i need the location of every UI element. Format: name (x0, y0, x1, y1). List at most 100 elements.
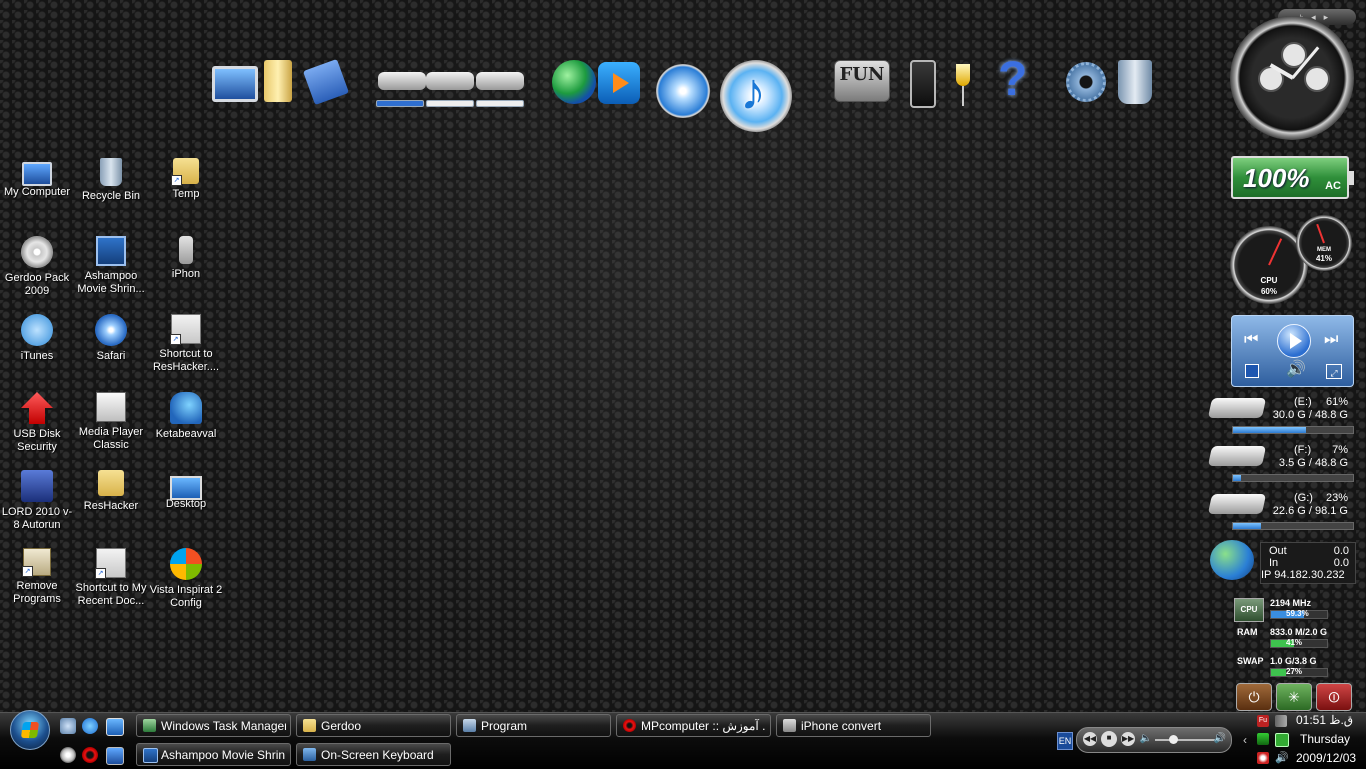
autorun-icon (21, 470, 53, 502)
dock-documents-folder-icon[interactable] (264, 60, 292, 102)
task-button[interactable]: Program (456, 714, 611, 737)
drive-gadget-f[interactable]: (F:) 7% 3.5 G / 48.8 G (1207, 442, 1354, 488)
desktop-icon-remove-programs[interactable]: ↗ Remove Programs (0, 548, 75, 606)
quick-launch-switch-windows-icon[interactable] (106, 747, 124, 765)
desktop-icon-ashampoo[interactable]: Ashampoo Movie Shrin... (73, 236, 149, 296)
task-label: Gerdoo (321, 719, 362, 733)
rewind-icon[interactable]: ◀◀ (1083, 732, 1097, 746)
ram-label: RAM (1237, 627, 1258, 637)
recycle-bin-icon (100, 158, 122, 186)
desktop-icon-gerdoo-pack[interactable]: Gerdoo Pack 2009 (0, 236, 75, 298)
dock-wine-glass-stem (962, 86, 964, 106)
quick-launch-ie-settings-icon[interactable] (60, 718, 76, 734)
dock-fun-icon[interactable]: FUN (834, 60, 890, 102)
volume-icon[interactable]: 🔊 (1286, 362, 1306, 378)
shortcut-arrow-icon: ↗ (170, 334, 181, 345)
desktop-icon-safari[interactable]: Safari (73, 314, 149, 363)
dock-computer-icon[interactable] (212, 66, 258, 102)
forward-icon[interactable]: ▶▶ (1121, 732, 1135, 746)
language-indicator[interactable]: EN (1057, 732, 1073, 750)
previous-track-icon[interactable]: ⏮ (1244, 332, 1258, 348)
tray-clock-date[interactable]: 2009/12/03 (1296, 751, 1356, 765)
battery-tray-icon[interactable] (1275, 733, 1289, 747)
desktop-icon-my-computer[interactable]: My Computer (0, 158, 75, 199)
volume-slider[interactable] (1155, 739, 1215, 741)
task-button[interactable]: Ashampoo Movie Shrin... (136, 743, 291, 766)
volume-slider-thumb[interactable] (1169, 735, 1178, 744)
log-off-button[interactable]: ⏻ (1236, 683, 1272, 711)
desktop-icon-shortcut-reshacker[interactable]: ↗ Shortcut to ResHacker.... (148, 314, 224, 374)
next-track-icon[interactable]: ⏭ (1324, 332, 1338, 348)
tray-clock-time[interactable]: 01:51 ق.ظ (1296, 713, 1353, 727)
network-status-icon[interactable] (1257, 733, 1269, 745)
desktop-icon-vista-inspirat[interactable]: Vista Inspirat 2 Config (148, 548, 224, 610)
quick-launch-show-desktop-icon[interactable] (106, 718, 124, 736)
play-button[interactable] (1277, 324, 1311, 358)
task-button[interactable]: MPcomputer :: آموزش ... (616, 714, 771, 737)
dock-media-player-icon[interactable] (598, 62, 640, 104)
drive-usage-fill (1233, 475, 1242, 481)
network-out-value: 0.0 (1333, 545, 1349, 557)
desktop-icon-label: Recycle Bin (81, 190, 141, 202)
desktop-icon-temp[interactable]: ↗ Temp (148, 158, 224, 201)
signal-strength-icon[interactable] (1275, 715, 1287, 727)
task-label: MPcomputer :: آموزش ... (641, 719, 766, 733)
desktop-icon-usb-disk-security[interactable]: USB Disk Security (0, 392, 75, 454)
dock-drive-e-icon[interactable] (378, 72, 426, 90)
dock-drive-g-icon[interactable] (476, 72, 524, 90)
desktop-icon-recent-docs[interactable]: ↗ Shortcut to My Recent Doc... (73, 548, 149, 608)
drive-size: 30.0 G / 48.8 G (1272, 409, 1348, 421)
task-button[interactable]: Gerdoo (296, 714, 451, 737)
show-hidden-icons-chevron-icon[interactable]: ‹ (1243, 734, 1255, 746)
volume-icon[interactable]: 🔈 (1139, 732, 1153, 746)
dock-settings-gear-icon[interactable] (1066, 62, 1106, 102)
dock-itunes-icon[interactable] (720, 60, 792, 132)
quick-launch-opera-icon[interactable] (82, 747, 98, 763)
clock-gadget[interactable] (1230, 16, 1354, 140)
dock-network-icon[interactable] (302, 58, 350, 106)
hard-drive-icon (1207, 494, 1267, 514)
desktop-icon-label: Media Player Classic (78, 426, 144, 451)
program-window-icon (463, 719, 476, 732)
desktop-icon-iphon[interactable]: iPhon (148, 236, 224, 281)
stop-icon[interactable]: ■ (1101, 731, 1117, 747)
tray-app-icon[interactable]: Fu (1257, 715, 1269, 727)
dock-iphone-icon[interactable] (910, 60, 936, 108)
memory-gauge-value: 41% (1315, 254, 1332, 263)
task-button[interactable]: On-Screen Keyboard (296, 743, 451, 766)
dock-recycle-bin-icon[interactable] (1118, 60, 1152, 104)
desktop-icon-lord-autorun[interactable]: LORD 2010 v-8 Autorun (0, 470, 75, 532)
visualization-icon[interactable]: ⤢ (1326, 364, 1342, 379)
task-button[interactable]: Windows Task Manager (136, 714, 291, 737)
dock-help-icon[interactable]: ? (998, 52, 1027, 107)
swap-meter: SWAP 1.0 G/3.8 G 27% (1232, 654, 1356, 682)
tray-clock-day[interactable]: Thursday (1300, 732, 1350, 746)
sleep-button[interactable]: ✳ (1276, 683, 1312, 711)
network-gadget[interactable]: Out 0.0 In 0.0 IP 94.182.30.232 (1210, 540, 1356, 584)
drive-gadget-e[interactable]: (E:) 61% 30.0 G / 48.8 G (1207, 394, 1354, 440)
antivirus-icon[interactable] (1257, 752, 1269, 764)
start-button[interactable] (10, 710, 50, 750)
volume-max-icon[interactable]: 🔊 (1213, 732, 1227, 746)
keyboard-icon (303, 748, 316, 761)
desktop-icon-itunes[interactable]: iTunes (0, 314, 75, 363)
dock-wine-glass-icon[interactable] (956, 64, 970, 86)
desktop-icon-ketabeavval[interactable]: Ketabeavval (148, 392, 224, 441)
shutdown-button[interactable]: ⏼ (1316, 683, 1352, 711)
document-icon (783, 719, 796, 732)
drive-gadget-g[interactable]: (G:) 23% 22.6 G / 98.1 G (1207, 490, 1354, 536)
desktop-icon-desktop[interactable]: Desktop (148, 470, 224, 511)
desktop-icon-reshacker[interactable]: ResHacker (73, 470, 149, 513)
volume-tray-icon[interactable]: 🔊 (1275, 752, 1289, 764)
desktop-icon-media-player-classic[interactable]: Media Player Classic (73, 392, 149, 452)
dock-safari-icon[interactable] (656, 64, 710, 118)
dock-drive-f-icon[interactable] (426, 72, 474, 90)
stop-button[interactable] (1245, 364, 1259, 378)
quick-launch-media-icon[interactable] (60, 747, 76, 763)
quick-launch-internet-explorer-icon[interactable] (82, 718, 98, 734)
ketabeavval-icon (170, 392, 202, 424)
task-button[interactable]: iPhone convert (776, 714, 931, 737)
dock-internet-globe-icon[interactable] (552, 60, 596, 104)
desktop-icon-recycle-bin[interactable]: Recycle Bin (73, 158, 149, 203)
network-out-label: Out (1269, 545, 1287, 557)
